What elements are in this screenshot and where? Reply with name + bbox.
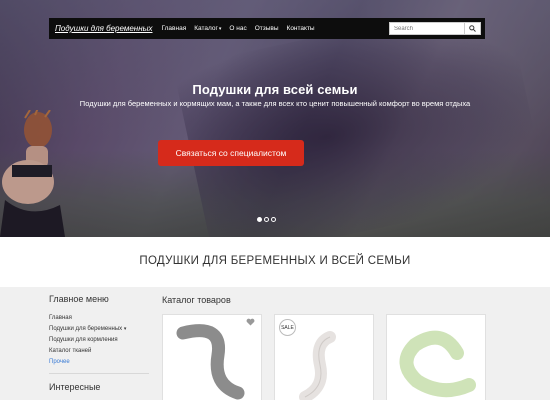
search-input[interactable] (389, 22, 465, 35)
product-image (399, 330, 476, 398)
nav-item-label: Каталог (194, 25, 218, 32)
sidebar-heading: Главное меню (49, 294, 109, 304)
brand-link[interactable]: Подушки для беременных (55, 24, 152, 33)
sidebar-item-home[interactable]: Главная (49, 313, 149, 324)
heart-icon[interactable] (246, 318, 255, 326)
slider-dot[interactable] (264, 217, 269, 222)
slider-dots (257, 217, 276, 222)
contact-specialist-button[interactable]: Связаться со специалистом (158, 140, 304, 166)
sidebar-divider (49, 373, 149, 374)
catalog-title: Каталог товаров (162, 295, 231, 305)
sidebar-item-label: Подушки для беременных (49, 326, 123, 332)
sale-badge: SALE (279, 319, 296, 336)
search-form (389, 22, 481, 35)
nav-item-contacts[interactable]: Контакты (287, 25, 315, 32)
sidebar-menu: Главное меню Главная Подушки для беремен… (49, 294, 149, 392)
section-heading-strip: ПОДУШКИ ДЛЯ БЕРЕМЕННЫХ И ВСЕЙ СЕМЬИ (0, 237, 550, 287)
nav-item-label: О нас (229, 25, 247, 32)
search-icon (469, 25, 476, 32)
nav-item-label: Отзывы (254, 25, 279, 32)
nav-item-catalog[interactable]: Каталог ▾ (194, 25, 221, 32)
slider-dot[interactable] (271, 217, 276, 222)
sidebar-heading-2: Интересные (49, 382, 101, 392)
nav-item-about[interactable]: О нас (229, 25, 246, 32)
hero-subtitle: Подушки для беременных и кормящих мам, а… (79, 99, 471, 108)
product-card[interactable]: SALE (274, 314, 374, 400)
hero-title: Подушки для всей семьи (192, 82, 358, 97)
top-navbar: Подушки для беременных Главная Каталог ▾ … (49, 18, 485, 39)
sidebar-item-more[interactable]: Прочее (49, 357, 149, 368)
nav-item-reviews[interactable]: Отзывы (255, 25, 279, 32)
product-image (176, 324, 245, 400)
product-card[interactable] (162, 314, 262, 400)
search-button[interactable] (465, 22, 481, 35)
nav-item-label: Контакты (286, 25, 315, 32)
product-card[interactable] (386, 314, 486, 400)
caret-down-icon: ▾ (123, 326, 127, 332)
sidebar-item-pregnancy-pillows[interactable]: Подушки для беременных ▾ (49, 324, 149, 335)
sidebar-item-nursing-pillows[interactable]: Подушки для кормления (49, 335, 149, 346)
caret-down-icon: ▾ (218, 25, 222, 32)
nav-item-home[interactable]: Главная (161, 25, 186, 32)
slider-dot[interactable] (257, 217, 262, 222)
nav-item-label: Главная (161, 25, 187, 32)
sidebar-item-fabric-catalog[interactable]: Каталог тканей (49, 346, 149, 357)
section-title: ПОДУШКИ ДЛЯ БЕРЕМЕННЫХ И ВСЕЙ СЕМЬИ (139, 255, 411, 267)
